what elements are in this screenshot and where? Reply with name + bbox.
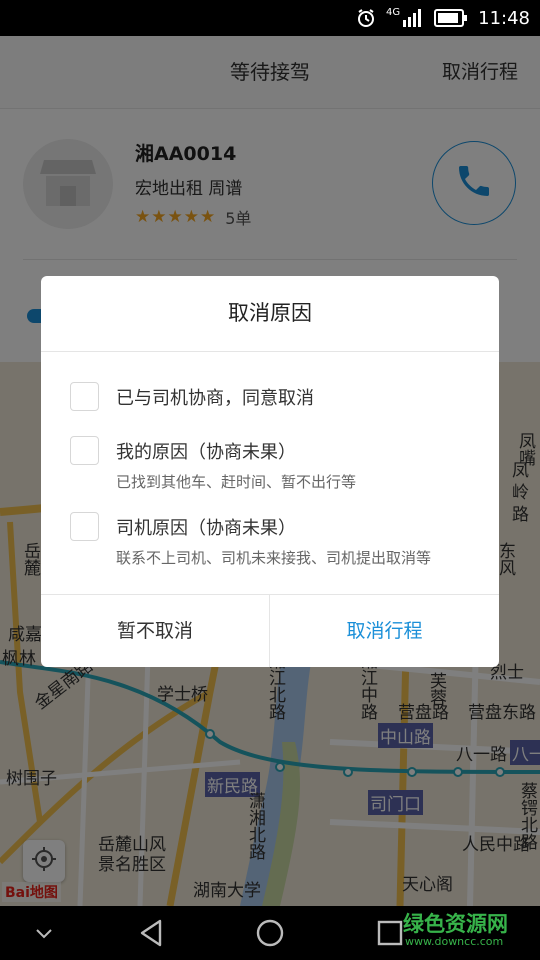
keep-trip-button[interactable]: 暂不取消 (41, 595, 269, 667)
checkbox[interactable] (70, 382, 99, 411)
back-icon[interactable] (130, 906, 174, 960)
reason-description: 联系不上司机、司机未来接我、司机提出取消等 (116, 549, 432, 567)
watermark-url: www.downcc.com (405, 935, 504, 948)
home-icon[interactable] (248, 906, 292, 960)
checkbox[interactable] (70, 436, 99, 465)
status-bar: 4G 11:48 (0, 0, 540, 36)
reason-description: 已找到其他车、赶时间、暂不出行等 (116, 473, 357, 491)
cancel-reason-dialog: 取消原因 已与司机协商，同意取消 我的原因（协商未果） 已找到其他车、赶时间、暂… (41, 276, 499, 667)
reason-label: 我的原因（协商未果） (116, 442, 296, 463)
checkbox[interactable] (70, 512, 99, 541)
reason-label: 已与司机协商，同意取消 (116, 388, 314, 409)
site-watermark: 绿色资源网 www.downcc.com (403, 908, 538, 950)
reason-label: 司机原因（协商未果） (116, 518, 296, 539)
alarm-icon (356, 8, 376, 28)
divider (41, 351, 499, 352)
signal-icon (402, 8, 424, 28)
chevron-down-icon[interactable] (24, 906, 64, 960)
network-type: 4G (386, 6, 401, 18)
status-time: 11:48 (478, 7, 530, 29)
battery-icon (434, 9, 468, 27)
dialog-title: 取消原因 (228, 301, 312, 325)
confirm-cancel-button[interactable]: 取消行程 (270, 595, 499, 667)
watermark-title: 绿色资源网 (403, 912, 508, 936)
